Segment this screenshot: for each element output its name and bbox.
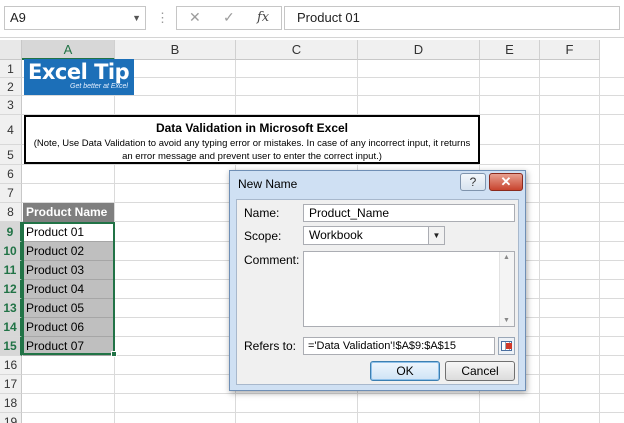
product-cell[interactable]: Product 03 (23, 261, 114, 280)
fill-handle[interactable] (111, 351, 117, 357)
row-header-4[interactable]: 4 (0, 115, 22, 145)
row-header-13[interactable]: 13 (0, 299, 22, 318)
comment-label: Comment: (244, 253, 300, 267)
scope-label: Scope: (244, 229, 282, 243)
logo-word: Excel (28, 60, 88, 84)
row-header-11[interactable]: 11 (0, 261, 22, 280)
row-header-10[interactable]: 10 (0, 242, 22, 261)
dialog-title: New Name (238, 177, 298, 191)
select-all-corner[interactable] (0, 40, 22, 60)
column-header-f[interactable]: F (540, 40, 600, 60)
row-gridline (22, 164, 624, 165)
row-header-14[interactable]: 14 (0, 318, 22, 337)
scroll-down-icon[interactable]: ▼ (503, 317, 510, 324)
comment-scrollbar[interactable]: ▲ ▼ (499, 252, 514, 326)
row-header-16[interactable]: 16 (0, 356, 22, 375)
row-header-6[interactable]: 6 (0, 165, 22, 184)
logo-tip: Tip (94, 60, 130, 84)
product-cell[interactable]: Product 06 (23, 318, 114, 337)
ok-button[interactable]: OK (370, 361, 440, 381)
column-header-b[interactable]: B (115, 40, 236, 60)
column-gridline (539, 60, 540, 423)
enter-icon[interactable]: ✓ (223, 9, 235, 26)
name-label: Name: (244, 206, 280, 220)
row-gridline (22, 412, 624, 413)
row-header-3[interactable]: 3 (0, 96, 22, 115)
row-header-18[interactable]: 18 (0, 394, 22, 413)
formula-buttons: ✕ ✓ fx (176, 6, 282, 30)
scroll-up-icon[interactable]: ▲ (503, 254, 510, 261)
column-header-e[interactable]: E (480, 40, 540, 60)
title-box[interactable]: Data Validation in Microsoft Excel (Note… (24, 115, 480, 164)
formula-input[interactable]: Product 01 (284, 6, 620, 30)
cancel-button[interactable]: Cancel (445, 361, 515, 381)
cancel-icon[interactable]: ✕ (189, 9, 201, 26)
scope-value: Workbook (309, 228, 363, 242)
row-gridline (22, 393, 624, 394)
help-button[interactable]: ? (460, 173, 486, 191)
product-cell[interactable]: Product 04 (23, 280, 114, 299)
row-header-5[interactable]: 5 (0, 145, 22, 165)
row-header-15[interactable]: 15 (0, 337, 22, 356)
scope-select[interactable]: Workbook ▼ (303, 226, 445, 245)
name-box-value: A9 (10, 10, 26, 25)
comment-textarea[interactable]: ▲ ▼ (303, 251, 515, 327)
collapse-dialog-button[interactable] (498, 337, 515, 355)
refers-to-field[interactable]: ='Data Validation'!$A$9:$A$15 (303, 337, 495, 355)
row-gridline (22, 95, 624, 96)
product-cell[interactable]: Product 07 (23, 337, 114, 356)
product-cell[interactable]: Product 05 (23, 299, 114, 318)
name-box[interactable]: A9 ▼ (4, 6, 146, 30)
row-header-9[interactable]: 9 (0, 222, 22, 242)
formula-bar: A9 ▼ ⋮ ✕ ✓ fx Product 01 (0, 0, 624, 38)
formula-bar-grip-icon: ⋮ (156, 10, 169, 25)
sheet-title: Data Validation in Microsoft Excel (155, 121, 349, 135)
logo-text: Excel Tip (28, 60, 130, 84)
new-name-dialog: New Name ? ✕ Name: Product_Name Scope: W… (229, 170, 526, 391)
product-cell[interactable]: Product 01 (23, 223, 114, 242)
logo-tagline: Get better at Excel (70, 83, 128, 90)
column-header-d[interactable]: D (358, 40, 480, 60)
row-header-7[interactable]: 7 (0, 184, 22, 203)
chevron-down-icon[interactable]: ▼ (132, 7, 141, 29)
product-name-header[interactable]: Product Name (23, 203, 114, 222)
insert-function-icon[interactable]: fx (257, 10, 269, 25)
sheet-note: (Note, Use Data Validation to avoid any … (33, 138, 471, 162)
row-header-12[interactable]: 12 (0, 280, 22, 299)
column-gridline (599, 60, 600, 423)
column-header-a[interactable]: A (22, 40, 115, 60)
row-header-1[interactable]: 1 (0, 60, 22, 78)
dialog-body: Name: Product_Name Scope: Workbook ▼ Com… (236, 199, 519, 385)
excel-tip-logo: Excel Tip Get better at Excel (24, 59, 134, 95)
chevron-down-icon[interactable]: ▼ (428, 227, 444, 244)
column-header-c[interactable]: C (236, 40, 358, 60)
row-header-17[interactable]: 17 (0, 375, 22, 394)
row-header-2[interactable]: 2 (0, 78, 22, 96)
row-header-19[interactable]: 19 (0, 413, 22, 423)
refers-to-label: Refers to: (244, 339, 297, 353)
range-arrow-icon (506, 343, 512, 349)
name-field[interactable]: Product_Name (303, 204, 515, 222)
excel-window: A9 ▼ ⋮ ✕ ✓ fx Product 01 ABCDEF 12345678… (0, 0, 624, 423)
row-header-8[interactable]: 8 (0, 203, 22, 222)
close-button[interactable]: ✕ (489, 173, 523, 191)
product-cell[interactable]: Product 02 (23, 242, 114, 261)
